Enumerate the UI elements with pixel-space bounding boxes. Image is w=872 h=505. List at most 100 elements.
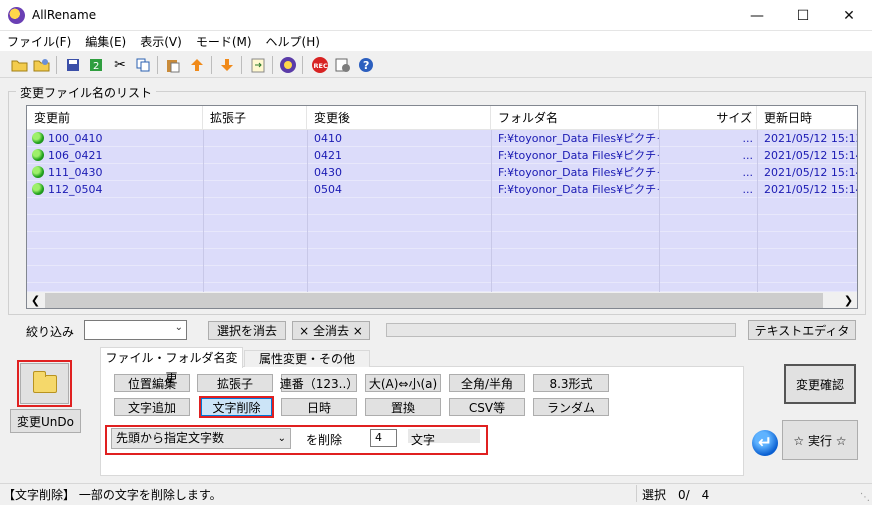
open-subfolders-icon[interactable] — [32, 55, 52, 75]
column-header-after[interactable]: 変更後 — [307, 106, 491, 130]
chevron-down-icon: ⌄ — [174, 322, 183, 333]
row-folder: F:¥toyonor_Data Files¥ピクチャ... — [498, 166, 659, 179]
row-size: ... — [742, 132, 754, 145]
column-header-modified[interactable]: 更新日時 — [757, 106, 857, 130]
table-row[interactable]: 112_0504 0504 F:¥toyonor_Data Files¥ピクチャ… — [27, 181, 858, 198]
return-arrow-icon: ↵ — [752, 430, 778, 456]
row-modified: 2021/05/12 15:14 — [764, 166, 858, 179]
delete-mode-dropdown[interactable]: 先頭から指定文字数 ⌄ — [111, 428, 291, 449]
filter-label: 絞り込み — [26, 325, 75, 339]
maximize-button[interactable]: ☐ — [780, 0, 826, 31]
width-convert-button[interactable]: 全角/半角 — [449, 374, 525, 392]
scroll-right-icon[interactable]: ❯ — [840, 292, 857, 308]
rec-icon[interactable]: REC — [310, 55, 330, 75]
menu-help[interactable]: ヘルプ(H) — [259, 31, 327, 51]
delete-text-button[interactable]: 文字削除 — [201, 398, 272, 416]
row-modified: 2021/05/12 15:14 — [764, 149, 858, 162]
row-folder: F:¥toyonor_Data Files¥ピクチャ... — [498, 149, 659, 162]
extension-button[interactable]: 拡張子 — [197, 374, 273, 392]
svg-text:?: ? — [363, 59, 369, 72]
text-editor-button[interactable]: テキストエディタ — [748, 320, 856, 340]
row-folder: F:¥toyonor_Data Files¥ピクチャ... — [498, 132, 659, 145]
datetime-button[interactable]: 日時 — [281, 398, 357, 416]
row-size: ... — [742, 149, 754, 162]
column-header-before[interactable]: 変更前 — [27, 106, 203, 130]
empty-row — [27, 266, 857, 283]
table-row[interactable]: 100_0410 0410 F:¥toyonor_Data Files¥ピクチャ… — [27, 130, 858, 147]
replace-button[interactable]: 置換 — [365, 398, 441, 416]
scroll-thumb[interactable] — [45, 293, 823, 308]
undo-button[interactable]: 変更UnDo — [10, 409, 81, 433]
column-divider — [491, 130, 492, 293]
column-header-size[interactable]: サイズ — [659, 106, 757, 130]
resize-grip-icon[interactable]: ⋱ — [860, 492, 870, 503]
copy-icon[interactable] — [133, 55, 153, 75]
refresh-icon[interactable]: 2 — [86, 55, 106, 75]
row-modified: 2021/05/12 15:13 — [764, 132, 858, 145]
short-name-button[interactable]: 8.3形式 — [533, 374, 609, 392]
row-after: 0430 — [314, 166, 342, 179]
column-divider — [757, 130, 758, 293]
settings-icon[interactable] — [333, 55, 353, 75]
clear-selection-button[interactable]: 選択を消去 — [208, 321, 286, 340]
add-text-button[interactable]: 文字追加 — [114, 398, 190, 416]
table-row[interactable]: 106_0421 0421 F:¥toyonor_Data Files¥ピクチャ… — [27, 147, 858, 164]
random-button[interactable]: ランダム — [533, 398, 609, 416]
row-extension — [203, 147, 307, 164]
move-down-icon[interactable] — [217, 55, 237, 75]
help-icon[interactable]: ? — [356, 55, 376, 75]
open-folder-icon[interactable] — [10, 55, 30, 75]
row-before: 100_0410 — [48, 132, 103, 145]
horizontal-scrollbar[interactable]: ❮ ❯ — [27, 292, 857, 308]
select-folder-button[interactable] — [20, 363, 69, 404]
column-header-folder[interactable]: フォルダ名 — [491, 106, 659, 130]
allrename-icon[interactable] — [278, 55, 298, 75]
minimize-button[interactable]: — — [734, 0, 780, 31]
menu-edit[interactable]: 編集(E) — [78, 31, 133, 51]
svg-text:2: 2 — [93, 61, 99, 72]
tab-rename[interactable]: ファイル・フォルダ名変更 — [100, 347, 243, 385]
delete-label: を削除 — [306, 433, 343, 447]
close-button[interactable]: ✕ — [826, 0, 872, 31]
cut-icon[interactable]: ✂ — [110, 55, 130, 75]
row-folder: F:¥toyonor_Data Files¥ピクチャ... — [498, 183, 659, 196]
menu-mode[interactable]: モード(M) — [189, 31, 259, 51]
scroll-left-icon[interactable]: ❮ — [27, 292, 44, 308]
empty-row — [27, 232, 857, 249]
execute-button[interactable]: ☆ 実行 ☆ — [782, 420, 858, 460]
menu-file[interactable]: ファイル(F) — [0, 31, 78, 51]
row-modified: 2021/05/12 15:14 — [764, 183, 858, 196]
row-extension — [203, 130, 307, 147]
menu-view[interactable]: 表示(V) — [133, 31, 189, 51]
save-icon[interactable] — [63, 55, 83, 75]
csv-button[interactable]: CSV等 — [449, 398, 525, 416]
column-divider — [659, 130, 660, 293]
empty-row — [27, 249, 857, 266]
file-list[interactable]: 変更前 拡張子 変更後 フォルダ名 サイズ 更新日時 ⌃ 100_0410 04… — [26, 105, 858, 309]
sequence-button[interactable]: 連番（123..） — [280, 374, 358, 392]
empty-row — [27, 283, 857, 292]
position-edit-button[interactable]: 位置編集 — [114, 374, 190, 392]
column-header-extension[interactable]: 拡張子 — [203, 106, 307, 130]
case-convert-button[interactable]: 大(A)⇔小(a) — [365, 374, 441, 392]
char-unit-label: 文字 — [411, 433, 436, 447]
column-divider — [307, 130, 308, 293]
filter-dropdown[interactable]: ⌄ — [84, 320, 187, 340]
move-up-icon[interactable] — [187, 55, 207, 75]
status-divider — [636, 485, 637, 502]
confirm-changes-button[interactable]: 変更確認 — [784, 364, 856, 404]
chevron-down-icon: ⌄ — [277, 433, 286, 444]
row-size: ... — [742, 166, 754, 179]
export-icon[interactable] — [248, 55, 268, 75]
tab-attributes[interactable]: 属性変更・その他 — [244, 350, 370, 367]
clear-all-button[interactable]: × 全消去 × — [292, 321, 370, 340]
char-count-input[interactable]: 4 — [370, 429, 397, 447]
table-row[interactable]: 111_0430 0430 F:¥toyonor_Data Files¥ピクチャ… — [27, 164, 858, 181]
selection-count: 選択 0/ 4 — [642, 488, 710, 502]
paste-icon[interactable] — [163, 55, 183, 75]
row-extension — [203, 164, 307, 181]
svg-text:REC: REC — [314, 62, 328, 70]
empty-row — [27, 198, 857, 215]
file-status-icon — [32, 132, 44, 144]
file-status-icon — [32, 149, 44, 161]
